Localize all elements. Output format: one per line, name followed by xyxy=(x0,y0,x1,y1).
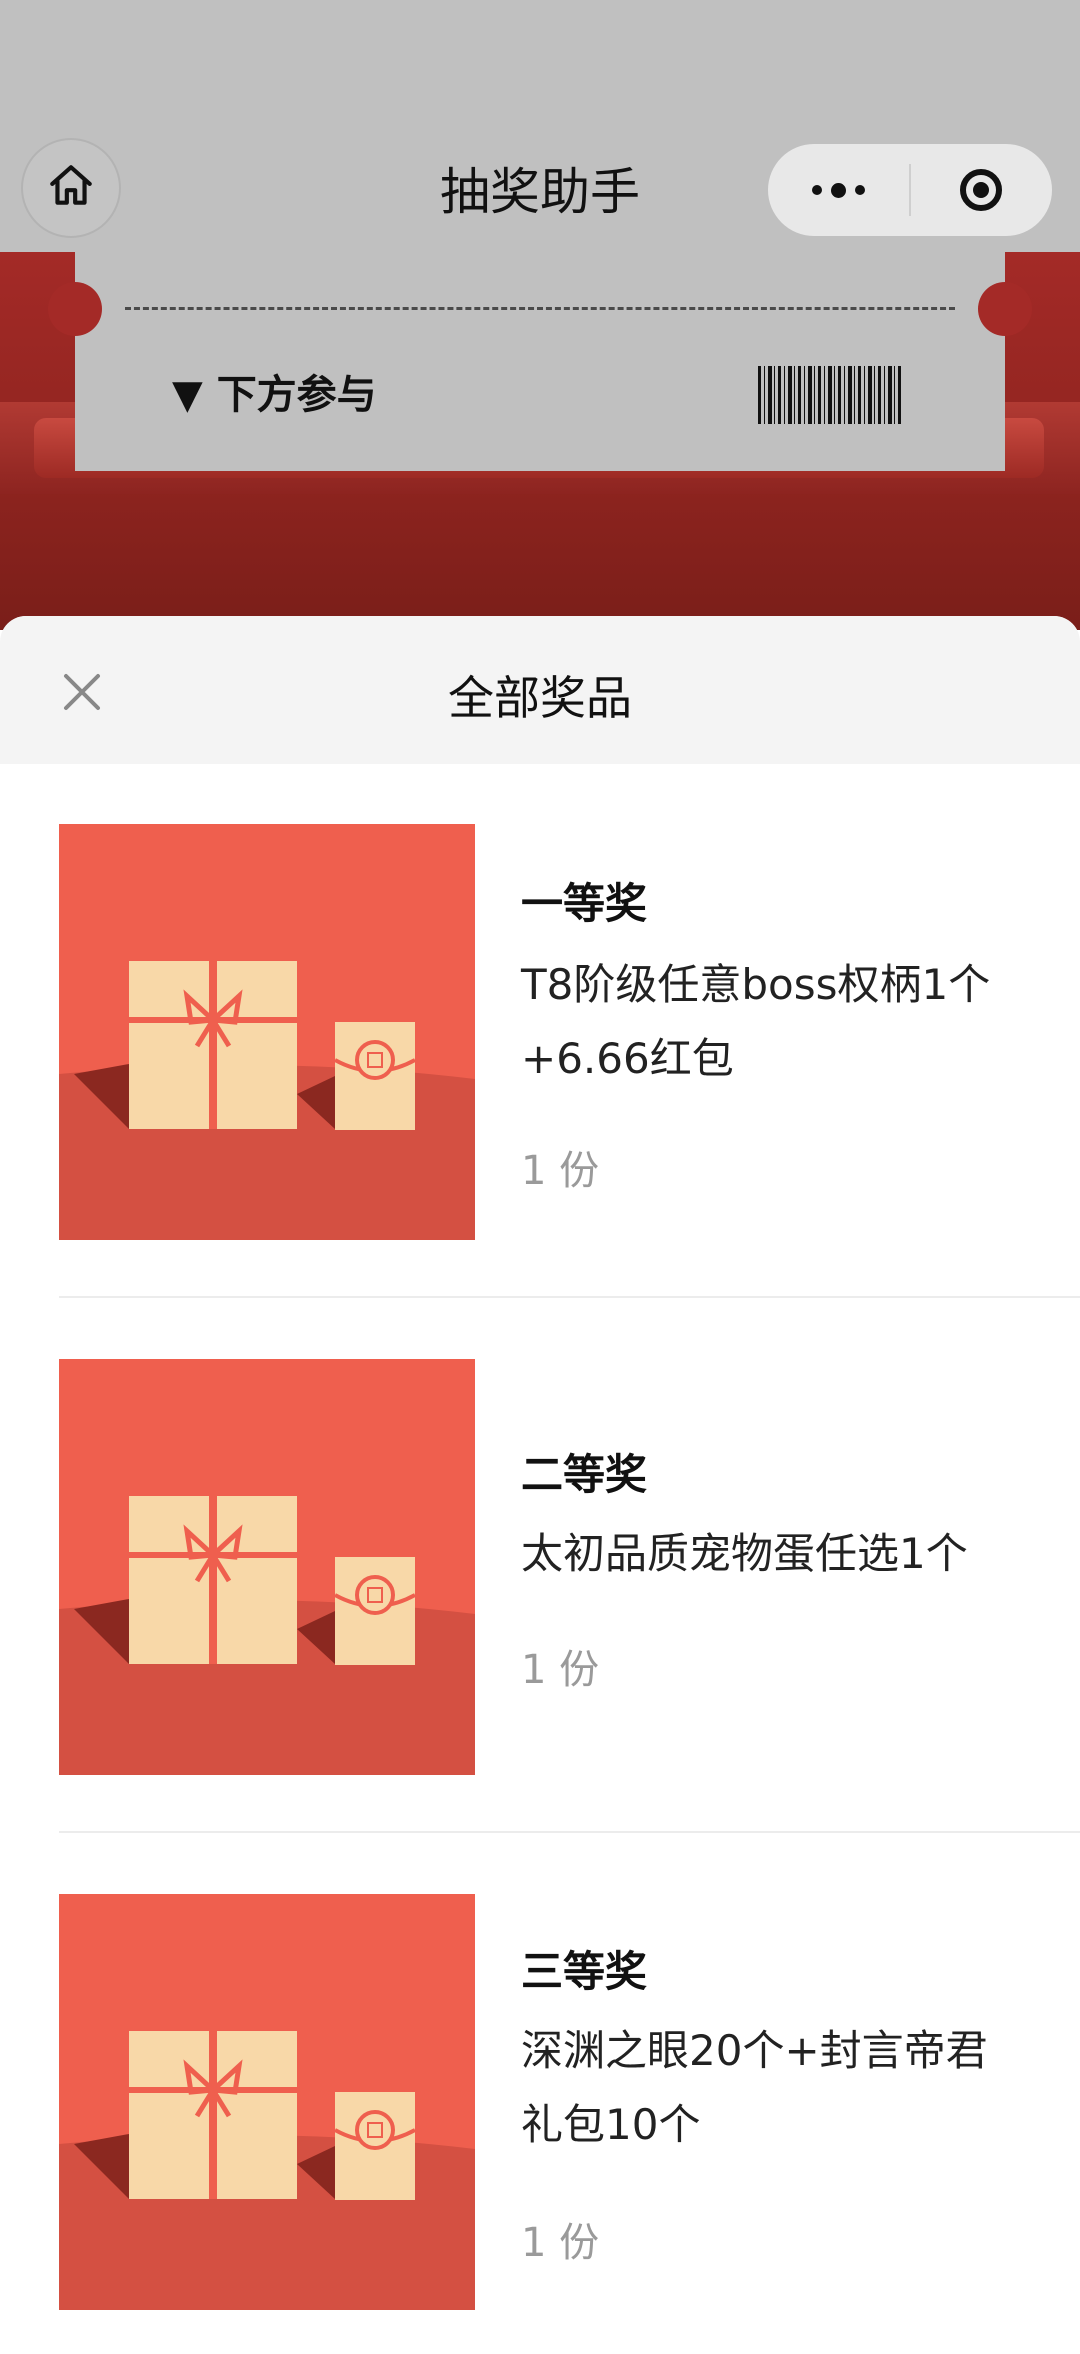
participate-label: ▼ 下方参与 xyxy=(172,372,377,418)
prize-description-line: 深渊之眼20个+封言帝君 xyxy=(521,2026,988,2075)
prize-count: 1 份 xyxy=(521,1148,600,1194)
miniprogram-capsule xyxy=(768,144,1052,236)
target-icon xyxy=(960,169,1003,211)
participate-below-button[interactable]: ▼ 下方参与 xyxy=(172,362,377,420)
prize-description-line: 太初品质宠物蛋任选1个 xyxy=(521,1529,968,1578)
prize-description: T8阶级任意boss权柄1个 +6.66红包 xyxy=(521,948,1021,1096)
prize-description-line: 礼包10个 xyxy=(521,2100,701,2149)
prize-description: 深渊之眼20个+封言帝君 礼包10个 xyxy=(521,2014,1021,2162)
prize-gift-image xyxy=(59,1894,475,2310)
prize-rank: 三等奖 xyxy=(521,1947,648,1996)
prize-description-line: +6.66红包 xyxy=(521,1034,734,1083)
ticket-notch-left xyxy=(48,282,102,336)
ticket-notch-right xyxy=(978,282,1032,336)
prize-rank: 二等奖 xyxy=(521,1450,648,1499)
barcode-icon xyxy=(758,366,904,424)
ticket-dashed-line xyxy=(125,307,955,310)
prize-divider xyxy=(59,1296,1080,1298)
prize-gift-image xyxy=(59,824,475,1240)
prize-description: 太初品质宠物蛋任选1个 xyxy=(521,1517,1021,1591)
prize-description-line: T8阶级任意boss权柄1个 xyxy=(521,960,991,1009)
prize-count: 1 份 xyxy=(521,1647,600,1693)
prize-divider xyxy=(59,1831,1080,1833)
prize-count: 1 份 xyxy=(521,2220,600,2266)
sheet-title: 全部奖品 xyxy=(448,671,632,725)
more-button[interactable] xyxy=(768,144,909,236)
sheet-header: 全部奖品 xyxy=(0,616,1080,764)
prize-rank: 一等奖 xyxy=(521,879,648,928)
prize-gift-image xyxy=(59,1359,475,1775)
close-miniprogram-button[interactable] xyxy=(911,144,1052,236)
all-prizes-sheet: 全部奖品 一等奖 T8阶级任意boss权柄1个 +6.66红包 1 份 二等奖 … xyxy=(0,616,1080,2354)
more-dots-icon xyxy=(812,182,865,198)
